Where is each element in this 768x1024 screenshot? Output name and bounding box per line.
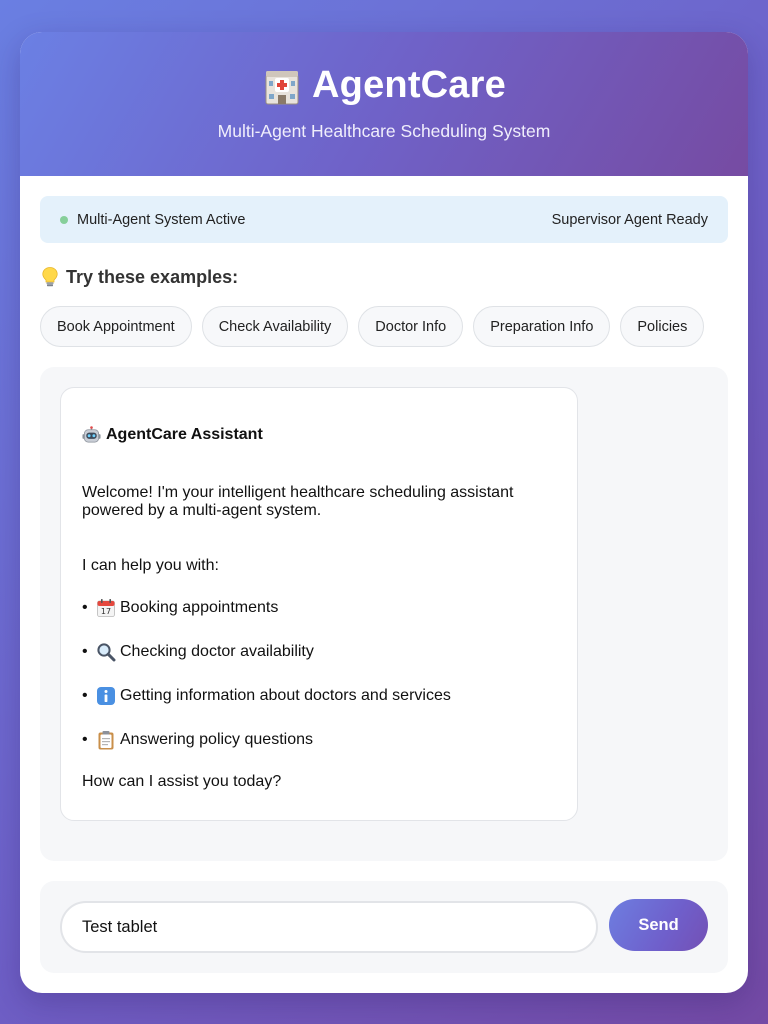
example-chip-doctor-info[interactable]: Doctor Info [358,306,464,347]
list-item-text: Getting information about doctors and se… [120,686,451,704]
list-item: • Answering policy questions [82,729,555,751]
status-text: Multi-Agent System Active [77,211,246,228]
example-chip-book-appointment[interactable]: Book Appointment [40,306,192,347]
chat-messages[interactable]: AgentCare Assistant Welcome! I'm your in… [40,367,728,861]
hospital-icon [262,66,302,106]
list-item: • 17 Booking appointments [82,598,279,618]
message-intro: Welcome! I'm your intelligent healthcare… [82,484,514,520]
example-chip-policies[interactable]: Policies [620,306,705,347]
calendar-icon: 17 [96,598,116,618]
examples-title: Try these examples: [66,266,239,287]
robot-icon [82,426,101,445]
assistant-message: AgentCare Assistant Welcome! I'm your in… [60,387,578,821]
send-button[interactable]: Send [609,899,708,951]
list-item-text: Answering policy questions [120,730,313,748]
capability-list: • 17 Booking appointments • Checking doc… [82,597,555,751]
app-title: AgentCare [312,64,506,106]
status-dot-icon [60,215,68,224]
status-bar: Multi-Agent System Active Supervisor Age… [40,196,728,243]
svg-text:17: 17 [101,607,111,616]
magnifier-icon [96,642,116,662]
app-header: AgentCare Multi-Agent Healthcare Schedul… [20,32,748,176]
lightbulb-icon [40,266,60,288]
composer: Send [40,881,728,973]
example-chip-check-availability[interactable]: Check Availability [201,306,349,347]
list-item: • Getting information about doctors and … [82,685,555,707]
sender-name: AgentCare Assistant [106,426,263,444]
message-sender: AgentCare Assistant [82,426,555,445]
list-item-text: Booking appointments [120,598,279,616]
title-row: AgentCare [20,32,748,107]
example-chip-preparation-info[interactable]: Preparation Info [473,306,611,347]
message-outro: How can I assist you today? [82,773,282,791]
example-chips: Book Appointment Check Availability Doct… [40,306,705,347]
supervisor-status-text: Supervisor Agent Ready [551,211,708,228]
app-window: AgentCare Multi-Agent Healthcare Schedul… [20,32,748,993]
info-icon [96,686,116,706]
list-item: • Checking doctor availability [82,641,555,663]
examples-heading: Try these examples: [40,266,238,288]
app-subtitle: Multi-Agent Healthcare Scheduling System [217,121,551,141]
list-item-text: Checking doctor availability [120,642,314,660]
message-input[interactable] [60,901,598,953]
status-left: Multi-Agent System Active [60,212,245,228]
message-help-heading: I can help you with: [82,556,219,574]
clipboard-icon [96,730,116,750]
